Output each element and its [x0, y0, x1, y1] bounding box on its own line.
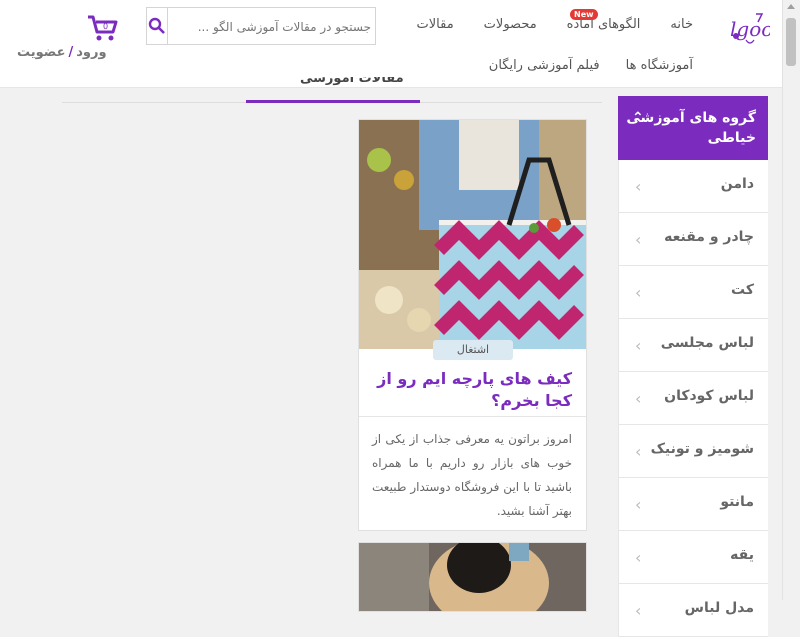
chevron-left-icon: ‹	[635, 601, 642, 620]
sidebar-item-skirt[interactable]: دامن ‹	[618, 160, 768, 213]
chevron-left-icon: ‹	[635, 230, 642, 249]
sidebar-item-collar[interactable]: یقه ‹	[618, 531, 768, 584]
sidebar-item-manteau[interactable]: مانتو ‹	[618, 478, 768, 531]
nav-free-videos[interactable]: فیلم آموزشی رایگان	[489, 58, 600, 73]
nav-products[interactable]: محصولات	[484, 17, 537, 32]
sidebar-item-label: کت	[731, 282, 754, 298]
sidebar-item-label: شومیز و تونیک	[650, 441, 754, 457]
chevron-left-icon: ‹	[635, 442, 642, 461]
scroll-up-icon[interactable]	[787, 4, 795, 9]
sidebar-item-label: مانتو	[720, 494, 754, 510]
new-badge: New	[570, 9, 598, 20]
article-title[interactable]: کیف های پارچه ایم رو از کجا بخرم؟	[372, 368, 572, 412]
category-sidebar: گروه های آموزشی خیاطی ⌃ دامن ‹ چادر و مقن…	[618, 96, 768, 637]
search-input[interactable]	[169, 8, 373, 46]
auth-links: ورود/عضویت	[17, 45, 107, 60]
site-header: lgoo خانه الگوهای آماده محصولات مقالات N…	[0, 0, 783, 88]
sidebar-item-label: لباس کودکان	[664, 388, 754, 404]
register-link[interactable]: عضویت	[17, 45, 65, 60]
sidebar-item-label: لباس مجلسی	[660, 335, 754, 351]
sidebar-item-chador[interactable]: چادر و مقنعه ‹	[618, 213, 768, 266]
chevron-left-icon: ‹	[635, 389, 642, 408]
nav-home[interactable]: خانه	[670, 17, 693, 32]
nav-schools[interactable]: آموزشگاه ها	[626, 58, 693, 73]
category-tag[interactable]: اشتغال	[433, 340, 513, 360]
svg-text:0: 0	[103, 22, 108, 31]
sidebar-item-label: دامن	[720, 176, 754, 192]
chevron-left-icon: ‹	[635, 495, 642, 514]
sidebar-item-label: چادر و مقنعه	[664, 229, 754, 245]
chevron-up-icon: ⌃	[632, 110, 644, 126]
search-button[interactable]	[147, 8, 168, 44]
sidebar-item-party-dress[interactable]: لباس مجلسی ‹	[618, 319, 768, 372]
article-card-2[interactable]	[358, 542, 587, 612]
chevron-left-icon: ‹	[635, 336, 642, 355]
nav-articles[interactable]: مقالات	[417, 17, 454, 32]
auth-separator: /	[68, 45, 74, 60]
sidebar-item-label: مدل لباس	[684, 600, 754, 616]
article-image-2	[359, 543, 586, 611]
chevron-left-icon: ‹	[635, 283, 642, 302]
card-divider	[359, 416, 586, 417]
tab-active-indicator	[246, 100, 420, 103]
main-nav: خانه الگوهای آماده محصولات مقالات	[417, 17, 693, 32]
secondary-nav: آموزشگاه ها فیلم آموزشی رایگان	[489, 58, 693, 73]
sidebar-header[interactable]: گروه های آموزشی خیاطی ⌃	[618, 96, 768, 160]
article-card[interactable]: اشتغال کیف های پارچه ایم رو از کجا بخرم؟…	[358, 119, 587, 531]
chevron-left-icon: ‹	[635, 548, 642, 567]
cart-icon[interactable]: 0	[86, 14, 118, 42]
scrollbar[interactable]	[782, 0, 800, 600]
tab-articles[interactable]: مقالات آموزشی	[300, 77, 410, 87]
sidebar-item-kids[interactable]: لباس کودکان ‹	[618, 372, 768, 425]
search-box	[146, 7, 376, 46]
sidebar-item-coat[interactable]: کت ‹	[618, 266, 768, 319]
search-icon	[148, 17, 165, 34]
scrollbar-thumb[interactable]	[786, 18, 796, 66]
sidebar-item-label: یقه	[730, 547, 754, 563]
sidebar-item-dress-model[interactable]: مدل لباس ‹	[618, 584, 768, 637]
sidebar-item-blouse[interactable]: شومیز و تونیک ‹	[618, 425, 768, 478]
chevron-left-icon: ‹	[635, 177, 642, 196]
logo-icon[interactable]: lgoo	[728, 8, 770, 48]
article-description: امروز براتون یه معرفی جذاب از یکی از خوب…	[372, 432, 572, 518]
login-link[interactable]: ورود	[76, 45, 106, 60]
article-image	[359, 120, 586, 349]
